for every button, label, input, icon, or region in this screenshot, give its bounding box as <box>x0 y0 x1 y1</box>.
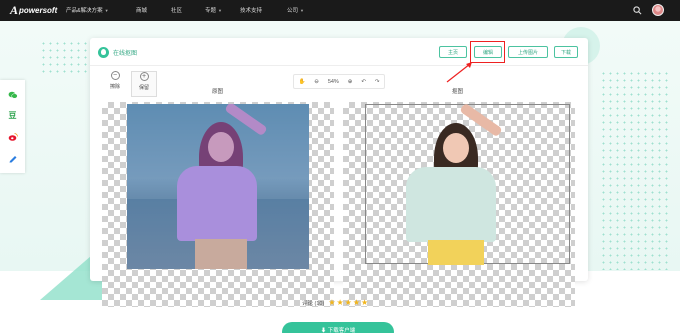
editor-title: 在线抠图 <box>113 51 138 57</box>
star-icon[interactable]: ★ <box>328 298 335 307</box>
nav-item-label: 社区 <box>171 8 183 14</box>
zoom-in-icon[interactable]: ⊕ <box>348 79 353 85</box>
keep-label: 保留 <box>138 85 149 91</box>
star-icon[interactable]: ★ <box>345 298 352 307</box>
logo-letter: A <box>10 3 19 17</box>
shirt-shape <box>406 167 496 242</box>
face-shape <box>443 133 469 163</box>
nav-item-topics[interactable]: 专题 ▼ <box>205 6 222 15</box>
star-icon[interactable]: ★ <box>353 298 360 307</box>
dot-pattern <box>600 70 670 270</box>
cutout-panel <box>343 102 575 307</box>
nav-item-community[interactable]: 社区 <box>171 6 182 14</box>
erase-label: 擦除 <box>109 84 120 90</box>
keep-tool[interactable]: + 保留 <box>131 71 157 97</box>
chevron-down-icon: ▼ <box>300 7 304 13</box>
zoom-out-icon[interactable]: ⊖ <box>314 79 319 85</box>
top-nav: A powersoft 产品&解决方案 ▼ 商城 社区 专题 ▼ 技术支持 公司 ▼ <box>0 0 680 21</box>
plus-icon: + <box>139 72 149 81</box>
weibo-icon[interactable] <box>8 132 18 142</box>
erase-tool[interactable]: − 擦除 <box>102 71 128 97</box>
red-arrow <box>446 62 472 83</box>
rating: 评论 (10) ★ ★ ★ ★ ★ <box>302 298 368 307</box>
star-icon[interactable]: ★ <box>336 298 343 307</box>
logo-text: powersoft <box>19 6 58 15</box>
shorts-shape <box>428 240 484 265</box>
original-photo <box>127 104 309 269</box>
rating-label: 评论 (10) <box>302 300 325 307</box>
original-panel <box>102 102 334 307</box>
zoom-bar: ✋ ⊖ 54% ⊕ ↶ ↷ <box>293 74 385 89</box>
douban-icon[interactable]: 豆 <box>8 111 18 121</box>
chevron-down-icon: ▼ <box>104 7 109 13</box>
undo-icon[interactable]: ↶ <box>361 79 366 85</box>
nav-item-label: 专题 <box>205 8 217 14</box>
search-icon[interactable] <box>633 6 642 15</box>
minus-icon: − <box>110 71 120 80</box>
highlight-box <box>470 41 505 63</box>
nav-item-support[interactable]: 技术支持 <box>240 6 262 14</box>
download-client-button[interactable]: ⬇ 下载客户端 <box>282 322 394 333</box>
nav-item-label: 技术支持 <box>240 8 263 14</box>
nav-item-label: 公司 <box>287 8 299 14</box>
selection-overlay <box>127 104 309 269</box>
nav-item-label: 产品&解决方案 <box>66 8 103 14</box>
editor-card: 在线抠图 主页 编辑 上传图片 下载 − 擦除 + 保留 ✋ ⊖ 54% ⊕ ↶… <box>90 38 588 307</box>
hand-icon[interactable]: ✋ <box>298 79 305 85</box>
editor-header: 在线抠图 主页 编辑 上传图片 下载 <box>90 38 588 66</box>
nav-item-products[interactable]: 产品&解决方案 ▼ <box>66 6 109 15</box>
redo-icon[interactable]: ↷ <box>375 79 380 85</box>
home-button[interactable]: 主页 <box>439 46 467 58</box>
wechat-icon[interactable] <box>8 90 18 100</box>
nav-item-store[interactable]: 商城 <box>136 6 147 14</box>
cutout-label: 抠图 <box>452 89 464 95</box>
chevron-down-icon: ▼ <box>218 7 222 13</box>
cutout-frame <box>365 102 570 265</box>
avatar[interactable] <box>652 4 664 16</box>
zoom-value: 54% <box>327 78 339 85</box>
pen-icon[interactable] <box>8 153 18 163</box>
download-button[interactable]: 下载 <box>554 46 578 58</box>
nav-item-company[interactable]: 公司 ▼ <box>287 6 304 15</box>
apowersoft-logo[interactable]: A powersoft <box>10 3 57 18</box>
share-bar: 豆 <box>0 80 25 173</box>
upload-image-button[interactable]: 上传图片 <box>508 46 548 58</box>
original-label: 原图 <box>212 89 224 95</box>
brand-icon <box>98 47 109 58</box>
nav-item-label: 商城 <box>136 8 148 14</box>
star-icon[interactable]: ★ <box>361 298 368 307</box>
